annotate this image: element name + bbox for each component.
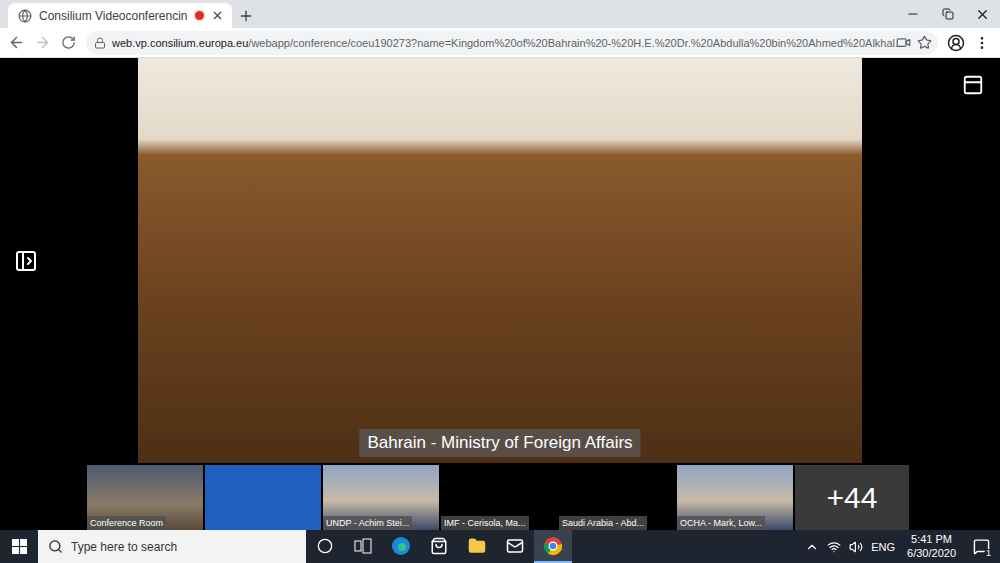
time: 5:41 PM bbox=[911, 533, 952, 546]
close-window-button[interactable] bbox=[965, 0, 1000, 28]
reload-button[interactable] bbox=[56, 31, 80, 55]
participant-tile[interactable]: IMF - Cerisola, Ma... bbox=[441, 465, 557, 530]
url: web.vp.consilium.europa.eu/webapp/confer… bbox=[112, 37, 890, 49]
date: 6/30/2020 bbox=[907, 547, 956, 560]
restore-button[interactable] bbox=[930, 0, 965, 28]
search-icon bbox=[48, 539, 63, 554]
notification-count: 1 bbox=[984, 549, 993, 559]
lock-icon bbox=[94, 37, 106, 49]
taskbar-app[interactable] bbox=[382, 530, 420, 563]
participant-tile[interactable] bbox=[205, 465, 321, 530]
store-icon bbox=[430, 537, 448, 555]
plus-icon bbox=[238, 8, 254, 24]
menu-button[interactable] bbox=[970, 31, 994, 55]
taskbar-app[interactable] bbox=[420, 530, 458, 563]
main-video: Bahrain - Ministry of Foreign Affairs bbox=[138, 58, 862, 463]
taskbar-search[interactable]: Type here to search bbox=[38, 530, 306, 563]
edge-icon bbox=[391, 536, 411, 556]
tab-title: Consilium Videoconferencin bbox=[39, 9, 188, 23]
profile-button[interactable] bbox=[944, 31, 968, 55]
windows-logo-icon bbox=[12, 539, 27, 554]
notification-button[interactable]: 1 bbox=[968, 534, 994, 560]
participant-tile[interactable]: UNDP - Achim Stei... bbox=[323, 465, 439, 530]
system-tray: ENG 5:41 PM6/30/2020 1 bbox=[805, 533, 1000, 559]
chrome-icon bbox=[543, 536, 563, 556]
sidebar-toggle-icon[interactable] bbox=[14, 249, 38, 273]
left-column bbox=[0, 58, 138, 463]
task-view-icon bbox=[354, 538, 372, 554]
back-button[interactable] bbox=[4, 31, 28, 55]
close-tab-icon[interactable] bbox=[211, 9, 224, 22]
participant-label: UNDP - Achim Stei... bbox=[323, 516, 412, 530]
more-participants[interactable]: +44 bbox=[795, 465, 909, 530]
participant-tile[interactable]: Conference Room bbox=[87, 465, 203, 530]
conference-view: Bahrain - Ministry of Foreign Affairs Con… bbox=[0, 58, 1000, 530]
address-row: web.vp.consilium.europa.eu/webapp/confer… bbox=[0, 28, 1000, 58]
chevron-up-icon[interactable] bbox=[805, 540, 819, 554]
right-column bbox=[862, 58, 1000, 463]
stage: Bahrain - Ministry of Foreign Affairs bbox=[0, 58, 1000, 463]
minimize-icon bbox=[906, 7, 920, 21]
participant-label: OCHA - Mark, Low... bbox=[677, 516, 765, 530]
participant-tile[interactable]: OCHA - Mark, Low... bbox=[677, 465, 793, 530]
reload-icon bbox=[61, 35, 76, 50]
profile-icon bbox=[947, 34, 965, 52]
back-arrow-icon bbox=[8, 34, 25, 51]
picture-in-picture-icon[interactable] bbox=[962, 74, 984, 96]
close-window-icon bbox=[975, 7, 990, 22]
taskbar-app[interactable] bbox=[496, 530, 534, 563]
mail-icon bbox=[506, 537, 524, 555]
participant-strip: Conference Room UNDP - Achim Stei... IMF -… bbox=[0, 465, 1000, 530]
forward-arrow-icon bbox=[34, 34, 51, 51]
camera-icon[interactable] bbox=[896, 35, 911, 50]
omnibox[interactable]: web.vp.consilium.europa.eu/webapp/confer… bbox=[86, 31, 938, 55]
menu-dots-icon bbox=[974, 35, 990, 51]
browser-tab[interactable]: Consilium Videoconferencin bbox=[8, 3, 232, 28]
participant-label: Conference Room bbox=[87, 516, 166, 530]
restore-icon bbox=[942, 8, 954, 20]
main-video-label: Bahrain - Ministry of Foreign Affairs bbox=[359, 429, 640, 457]
taskbar-app[interactable] bbox=[306, 530, 344, 563]
forward-button[interactable] bbox=[30, 31, 54, 55]
start-button[interactable] bbox=[0, 530, 38, 563]
url-host: web.vp.consilium.europa.eu bbox=[112, 37, 248, 49]
cortana-icon bbox=[317, 538, 333, 554]
recording-dot bbox=[195, 11, 204, 20]
clock[interactable]: 5:41 PM6/30/2020 bbox=[903, 533, 960, 559]
participant-label: Saudi Arabia - Abd... bbox=[559, 516, 647, 530]
network-icon[interactable] bbox=[827, 540, 841, 554]
tab-strip: Consilium Videoconferencin bbox=[0, 0, 1000, 28]
volume-icon[interactable] bbox=[849, 540, 863, 554]
new-tab-button[interactable] bbox=[232, 3, 260, 28]
search-placeholder: Type here to search bbox=[71, 540, 177, 554]
screen: Consilium Videoconferencin web.vp.consili… bbox=[0, 0, 1000, 563]
globe-icon bbox=[18, 9, 32, 23]
language[interactable]: ENG bbox=[871, 541, 895, 553]
taskbar-app[interactable] bbox=[344, 530, 382, 563]
participant-label: IMF - Cerisola, Ma... bbox=[441, 516, 529, 530]
taskbar-app[interactable] bbox=[534, 530, 572, 563]
file-explorer-icon bbox=[468, 537, 486, 555]
taskbar: Type here to search ENG 5:41 PM6/30/2020 1 bbox=[0, 530, 1000, 563]
bookmark-star-icon[interactable] bbox=[917, 35, 932, 50]
minimize-button[interactable] bbox=[895, 0, 930, 28]
taskbar-app[interactable] bbox=[458, 530, 496, 563]
participant-tile[interactable]: Saudi Arabia - Abd... bbox=[559, 465, 675, 530]
